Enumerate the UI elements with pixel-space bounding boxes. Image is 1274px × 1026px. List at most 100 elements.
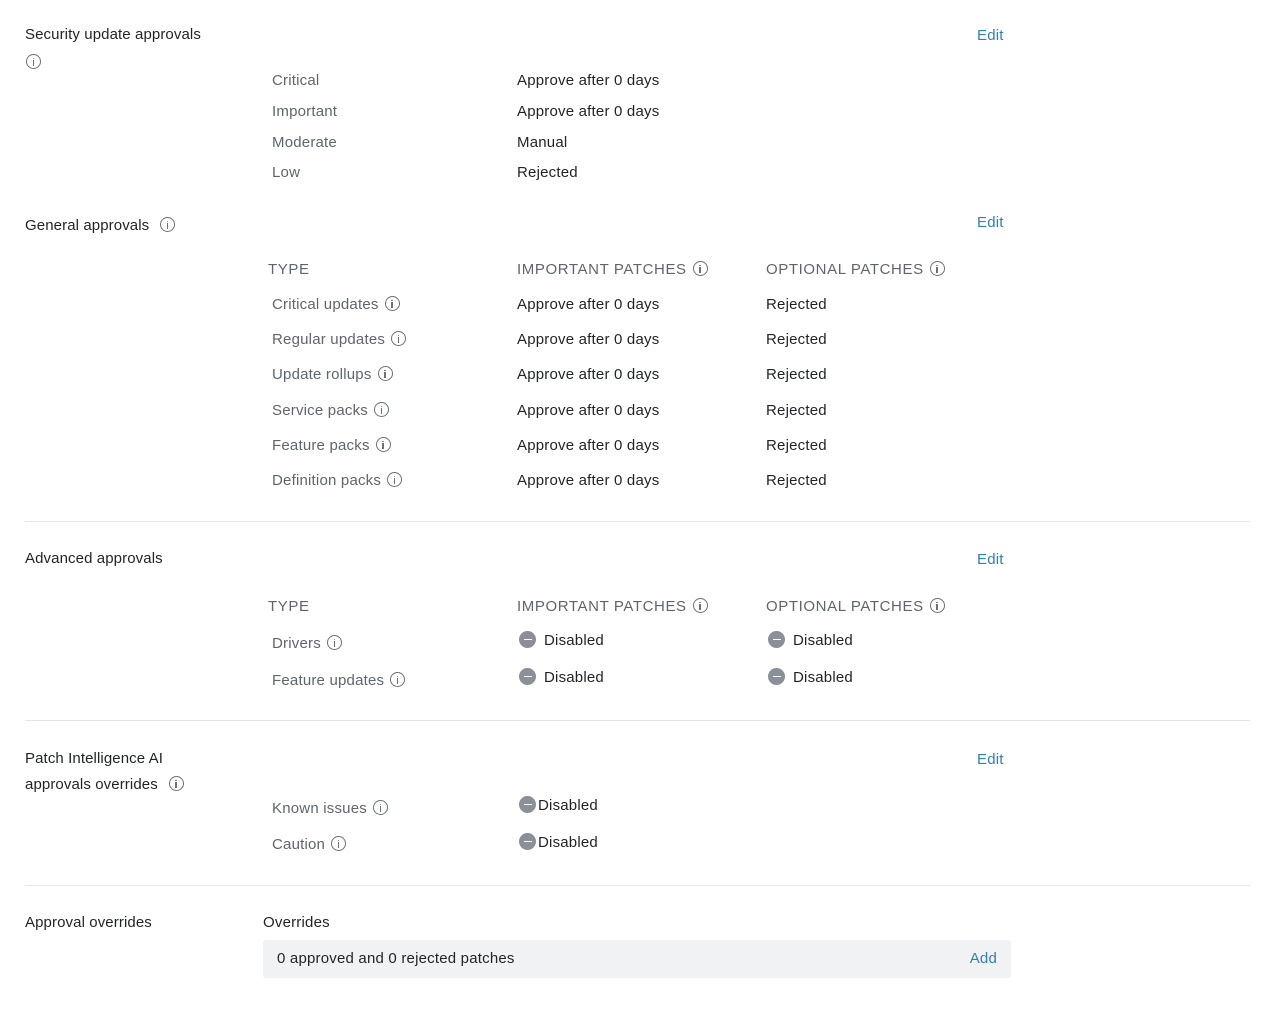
ai-row-label: Known issues (272, 800, 388, 817)
section-divider (25, 720, 1250, 721)
info-icon[interactable] (929, 598, 945, 613)
ai-section-title-line2: approvals overrides (25, 776, 184, 793)
status-text: Disabled (793, 669, 853, 686)
general-col-important: IMPORTANT PATCHES (517, 261, 708, 278)
ai-row-label-text: Known issues (272, 800, 367, 817)
general-row-optional: Rejected (766, 437, 827, 454)
disabled-icon (519, 668, 536, 685)
general-section-title: General approvals (25, 217, 176, 234)
info-icon[interactable] (26, 54, 41, 69)
general-title-text: General approvals (25, 217, 150, 234)
general-row-label: Regular updates (272, 331, 407, 348)
advanced-row-label: Feature updates (272, 672, 406, 689)
info-icon[interactable] (168, 776, 184, 791)
col-optional-text: OPTIONAL PATCHES (766, 261, 924, 278)
info-icon[interactable] (390, 672, 406, 687)
security-row-label: Critical (272, 72, 320, 89)
info-icon[interactable] (387, 472, 403, 487)
general-edit-link[interactable]: Edit (977, 214, 1004, 231)
section-divider (25, 521, 1250, 522)
security-row-label: Important (272, 103, 338, 120)
ai-row-label: Caution (272, 836, 347, 853)
security-edit-link[interactable]: Edit (977, 27, 1004, 44)
general-row-important: Approve after 0 days (517, 437, 660, 454)
general-row-label: Definition packs (272, 472, 403, 489)
general-row-important: Approve after 0 days (517, 402, 660, 419)
info-icon[interactable] (373, 402, 389, 417)
ai-section-title-line1: Patch Intelligence AI (25, 750, 164, 767)
disabled-icon (519, 631, 536, 648)
info-icon[interactable] (326, 635, 342, 650)
status-text: Disabled (538, 797, 598, 814)
patch-approval-settings: Security update approvals Edit Critical … (0, 0, 1274, 1026)
col-important-text: IMPORTANT PATCHES (517, 261, 687, 278)
general-row-label-text: Regular updates (272, 331, 386, 348)
general-row-optional: Rejected (766, 402, 827, 419)
info-icon[interactable] (391, 331, 407, 346)
advanced-col-type: TYPE (268, 598, 310, 615)
security-row-value: Rejected (517, 164, 578, 181)
info-icon[interactable] (372, 800, 388, 815)
ai-row-value: Disabled (519, 796, 598, 814)
advanced-col-important: IMPORTANT PATCHES (517, 598, 708, 615)
info-icon[interactable] (929, 261, 945, 276)
advanced-col-optional: OPTIONAL PATCHES (766, 598, 945, 615)
general-row-important: Approve after 0 days (517, 296, 660, 313)
ai-title-text: approvals overrides (25, 776, 158, 793)
advanced-row-optional: Disabled (768, 631, 853, 649)
info-icon[interactable] (384, 296, 400, 311)
general-col-optional: OPTIONAL PATCHES (766, 261, 945, 278)
ai-row-value: Disabled (519, 833, 598, 851)
security-section-title: Security update approvals (25, 26, 201, 43)
general-row-important: Approve after 0 days (517, 331, 660, 348)
info-icon[interactable] (377, 366, 393, 381)
status-text: Disabled (793, 632, 853, 649)
general-row-label: Critical updates (272, 296, 400, 313)
col-optional-text: OPTIONAL PATCHES (766, 598, 924, 615)
advanced-row-optional: Disabled (768, 668, 853, 686)
general-row-label-text: Service packs (272, 402, 368, 419)
info-icon[interactable] (331, 836, 347, 851)
overrides-subtitle: Overrides (263, 914, 330, 931)
section-divider (25, 885, 1250, 886)
info-icon[interactable] (375, 437, 391, 452)
general-row-important: Approve after 0 days (517, 366, 660, 383)
advanced-row-label-text: Drivers (272, 635, 321, 652)
security-row-value: Manual (517, 134, 568, 151)
general-row-label: Service packs (272, 402, 389, 419)
advanced-row-label-text: Feature updates (272, 672, 385, 689)
disabled-icon (519, 833, 536, 850)
general-row-optional: Rejected (766, 296, 827, 313)
ai-edit-link[interactable]: Edit (977, 751, 1004, 768)
disabled-icon (519, 796, 536, 813)
general-row-label-text: Critical updates (272, 296, 379, 313)
security-row-value: Approve after 0 days (517, 72, 660, 89)
add-override-link[interactable]: Add (970, 950, 997, 967)
disabled-icon (768, 668, 785, 685)
general-row-optional: Rejected (766, 472, 827, 489)
security-row-label: Low (272, 164, 301, 181)
info-icon[interactable] (692, 598, 708, 613)
col-important-text: IMPORTANT PATCHES (517, 598, 687, 615)
status-text: Disabled (544, 632, 604, 649)
advanced-edit-link[interactable]: Edit (977, 551, 1004, 568)
advanced-section-title: Advanced approvals (25, 550, 163, 567)
general-row-label-text: Update rollups (272, 366, 372, 383)
general-row-optional: Rejected (766, 366, 827, 383)
general-row-important: Approve after 0 days (517, 472, 660, 489)
advanced-row-important: Disabled (519, 631, 604, 649)
overrides-section-title: Approval overrides (25, 914, 152, 931)
general-row-optional: Rejected (766, 331, 827, 348)
overrides-summary: 0 approved and 0 rejected patches (277, 950, 515, 967)
status-text: Disabled (538, 834, 598, 851)
info-icon[interactable] (160, 217, 176, 232)
general-row-label: Update rollups (272, 366, 393, 383)
advanced-row-important: Disabled (519, 668, 604, 686)
security-row-label: Moderate (272, 134, 337, 151)
general-row-label: Feature packs (272, 437, 391, 454)
overrides-summary-box: 0 approved and 0 rejected patches Add (263, 940, 1011, 978)
info-icon[interactable] (692, 261, 708, 276)
advanced-row-label: Drivers (272, 635, 342, 652)
general-col-type: TYPE (268, 261, 310, 278)
security-row-value: Approve after 0 days (517, 103, 660, 120)
